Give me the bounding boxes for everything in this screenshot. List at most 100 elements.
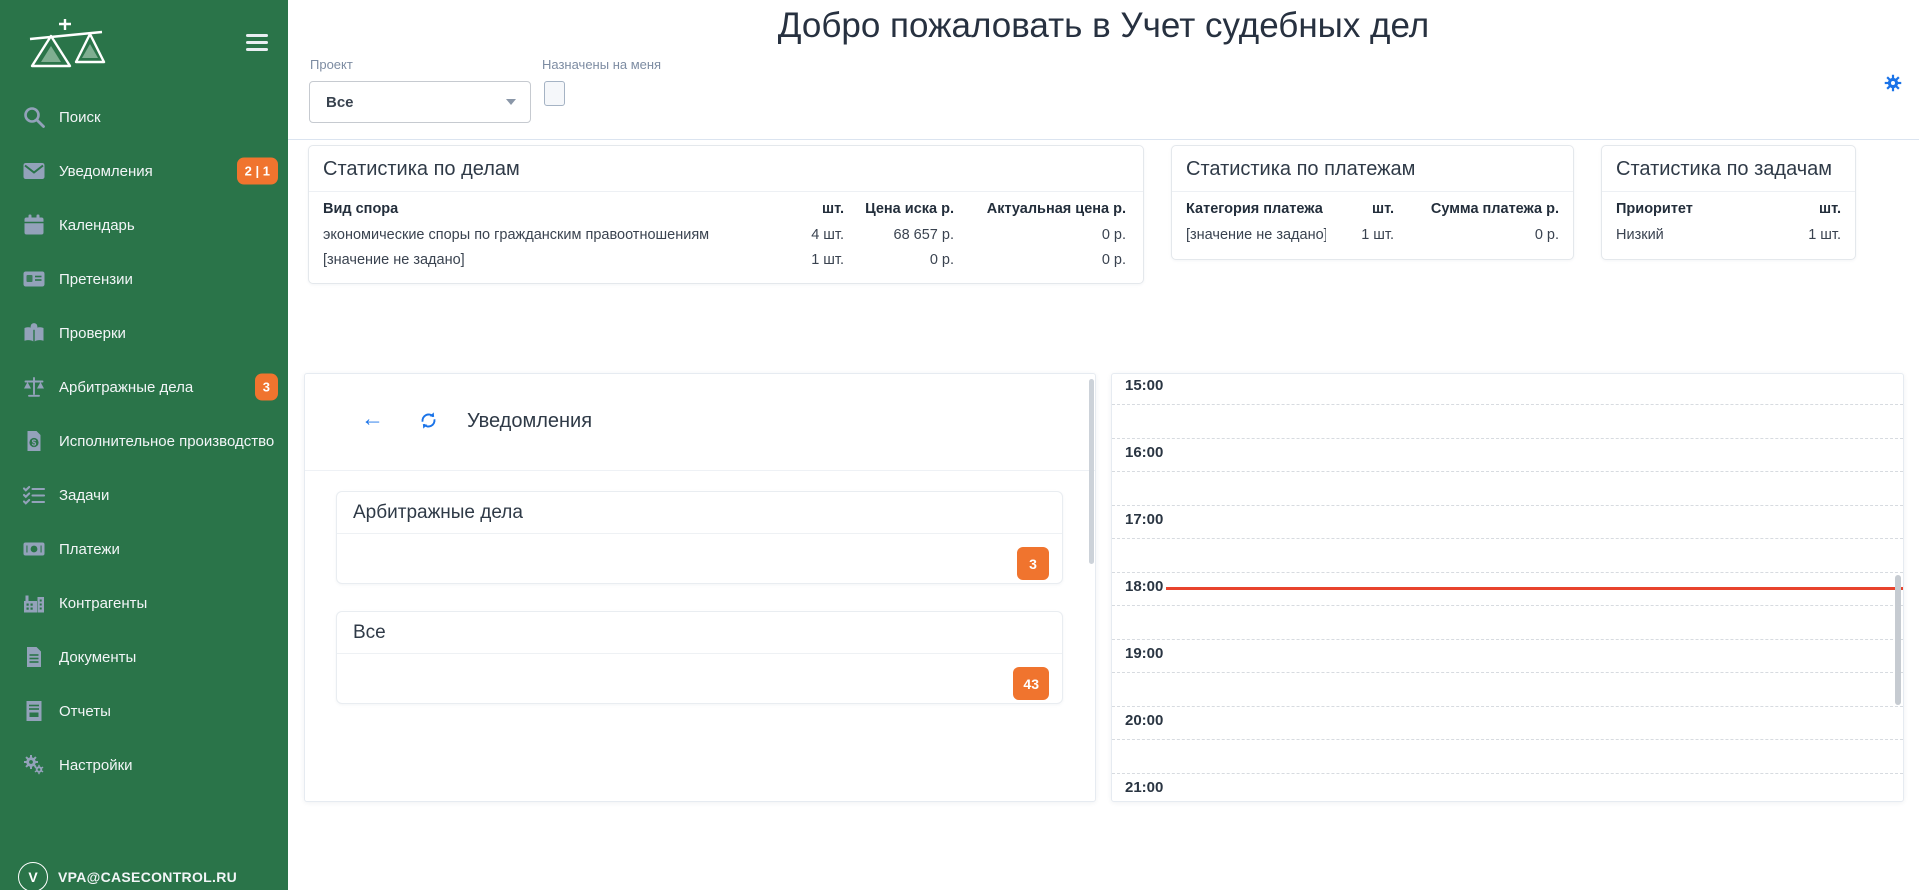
arbitration-badge: 3 (254, 373, 278, 401)
sidebar-item-checks[interactable]: Проверки (0, 306, 288, 360)
mail-icon (23, 163, 45, 179)
sidebar-item-label: Отчеты (59, 702, 111, 720)
sidebar-item-label: Арбитражные дела (59, 378, 194, 396)
notification-group-arbitration[interactable]: Арбитражные дела 3 (336, 491, 1063, 584)
sidebar-item-claims[interactable]: Претензии (0, 252, 288, 306)
sidebar-item-notifications[interactable]: Уведомления 2 | 1 (0, 144, 288, 198)
avatar: V (18, 862, 48, 892)
calendar-gridline (1112, 504, 1903, 506)
time-label: 20:00 (1125, 712, 1164, 729)
calendar-gridline (1112, 672, 1903, 673)
building-icon (24, 595, 44, 613)
calendar-gridline (1112, 538, 1903, 539)
sidebar-item-label: Календарь (59, 216, 135, 234)
project-filter-label: Проект (310, 57, 353, 72)
calendar-gridline (1112, 471, 1903, 472)
stats-payments-card: Статистика по платежам Категория платежа… (1171, 145, 1574, 260)
stats-cases-title: Статистика по делам (309, 146, 1143, 192)
divider (305, 470, 1095, 471)
back-arrow-icon[interactable]: ← (361, 407, 384, 430)
book-person-icon (24, 323, 44, 342)
menu-hamburger-icon[interactable] (246, 34, 270, 55)
logo-scales-icon (24, 16, 108, 77)
sidebar-item-payments[interactable]: Платежи (0, 522, 288, 576)
table-header-row: Категория платежа шт. Сумма платежа р. (1186, 200, 1559, 217)
calendar-gridline (1112, 571, 1903, 573)
calendar-icon (24, 214, 44, 235)
table-row: [значение не задано] 1 шт. 0 р. (1186, 226, 1559, 243)
calendar-gridline (1112, 739, 1903, 740)
main-content: Добро пожаловать в Учет судебных дел Про… (288, 0, 1919, 890)
sidebar-item-arbitration-cases[interactable]: Арбитражные дела 3 (0, 360, 288, 414)
sidebar-item-label: Исполнительное производство (59, 432, 275, 450)
sidebar-item-enforcement[interactable]: $ Исполнительное производство (0, 414, 288, 468)
refresh-icon[interactable] (419, 411, 438, 430)
scales-icon (24, 377, 44, 397)
calendar-panel: 15:00 16:00 17:00 18:00 19:00 20:00 21:00 (1111, 373, 1904, 802)
time-label: 17:00 (1125, 511, 1164, 528)
banknote-icon (23, 542, 45, 556)
notifications-panel: ← Уведомления Арбитражные дела 3 Все 43 (304, 373, 1096, 802)
stats-cases-table: Вид спора шт. Цена иска р. Актуальная це… (309, 195, 1143, 272)
sidebar-item-documents[interactable]: Документы (0, 630, 288, 684)
sidebar-item-search[interactable]: Поиск (0, 90, 288, 144)
calendar-gridline (1112, 404, 1903, 405)
doc-dollar-icon: $ (27, 431, 41, 451)
table-header-row: Приоритет шт. (1616, 200, 1841, 217)
calendar-gridline (1112, 638, 1903, 640)
sidebar-item-tasks[interactable]: Задачи (0, 468, 288, 522)
notification-group-all[interactable]: Все 43 (336, 611, 1063, 704)
notifications-title: Уведомления (467, 410, 593, 432)
table-row: [значение не задано] 1 шт. 0 р. 0 р. (323, 251, 1126, 268)
sidebar: Поиск Уведомления 2 | 1 Календарь Претен… (0, 0, 288, 892)
sidebar-item-label: Уведомления (59, 162, 153, 180)
svg-text:$: $ (32, 438, 37, 447)
search-icon (24, 107, 45, 128)
time-label: 15:00 (1125, 377, 1164, 394)
chevron-down-icon (506, 99, 516, 105)
sidebar-item-label: Проверки (59, 324, 126, 342)
page-title: Добро пожаловать в Учет судебных дел (777, 6, 1430, 45)
sidebar-item-label: Поиск (59, 108, 101, 126)
stats-tasks-card: Статистика по задачам Приоритет шт. Низк… (1601, 145, 1856, 260)
project-select-value: Все (326, 93, 354, 111)
document-icon (27, 647, 41, 667)
stats-tasks-title: Статистика по задачам (1602, 146, 1855, 192)
group-title: Все (337, 612, 1062, 654)
notifications-badge: 2 | 1 (236, 157, 278, 185)
stats-tasks-table: Приоритет шт. Низкий 1 шт. (1602, 195, 1855, 247)
sidebar-item-label: Настройки (59, 756, 133, 774)
card-icon (23, 271, 45, 287)
report-icon (26, 701, 42, 721)
sidebar-item-counterparties[interactable]: Контрагенты (0, 576, 288, 630)
stats-payments-title: Статистика по платежам (1172, 146, 1573, 192)
dashboard-settings-button[interactable] (1882, 72, 1904, 94)
sidebar-item-reports[interactable]: Отчеты (0, 684, 288, 738)
sidebar-item-calendar[interactable]: Календарь (0, 198, 288, 252)
stats-payments-table: Категория платежа шт. Сумма платежа р. [… (1172, 195, 1573, 247)
count-badge: 43 (1013, 667, 1049, 700)
table-row: экономические споры по гражданским право… (323, 226, 1126, 243)
user-account[interactable]: V VPA@CASECONTROL.RU (18, 862, 237, 892)
sidebar-item-label: Претензии (59, 270, 133, 288)
gears-icon (24, 755, 44, 775)
sidebar-nav: Поиск Уведомления 2 | 1 Календарь Претен… (0, 90, 288, 792)
calendar-gridline (1112, 437, 1903, 439)
assigned-to-me-label: Назначены на меня (542, 57, 662, 72)
calendar-scrollbar[interactable] (1895, 575, 1901, 705)
header-divider (288, 139, 1919, 140)
assigned-to-me-checkbox[interactable] (544, 81, 565, 106)
calendar-gridline (1112, 605, 1903, 606)
sidebar-item-settings[interactable]: Настройки (0, 738, 288, 792)
time-label: 16:00 (1125, 444, 1164, 461)
notifications-scrollbar[interactable] (1089, 379, 1094, 564)
user-email: VPA@CASECONTROL.RU (58, 869, 238, 885)
sidebar-item-label: Контрагенты (59, 594, 148, 612)
table-row: Низкий 1 шт. (1616, 226, 1841, 243)
group-title: Арбитражные дела (337, 492, 1062, 534)
project-select[interactable]: Все (309, 81, 531, 123)
sidebar-item-label: Задачи (59, 486, 110, 504)
time-label: 21:00 (1125, 779, 1164, 796)
sidebar-item-label: Платежи (59, 540, 120, 558)
calendar-gridline (1112, 772, 1903, 774)
